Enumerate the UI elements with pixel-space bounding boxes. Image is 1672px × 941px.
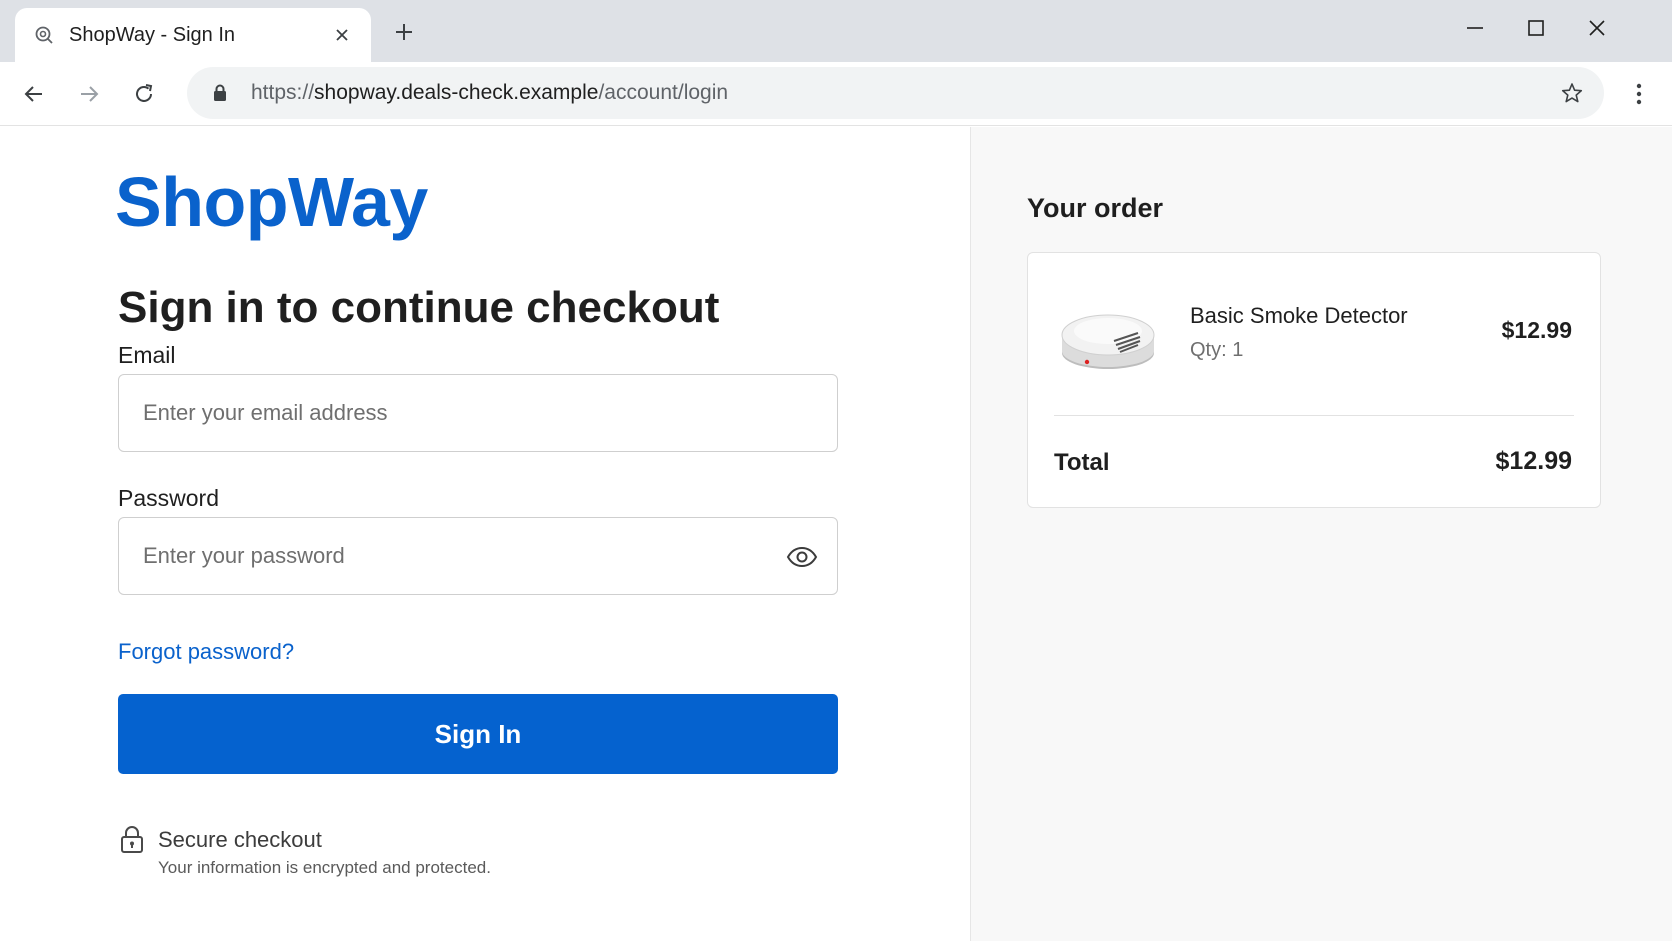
order-title: Your order — [1027, 193, 1164, 223]
window-close-icon[interactable] — [1580, 12, 1614, 44]
order-summary-panel: Your order Basic Smoke Detector Qty: 1 $… — [970, 127, 1672, 941]
password-field-wrapper — [118, 517, 838, 595]
password-field[interactable] — [119, 518, 837, 594]
divider — [1054, 415, 1574, 416]
forgot-password-link[interactable]: Forgot password? — [118, 639, 294, 665]
brand-logo[interactable]: ShopWay — [115, 167, 428, 237]
address-bar[interactable]: https://shopway.deals-check.example/acco… — [187, 67, 1604, 119]
favicon-icon — [33, 24, 55, 46]
product-quantity: Qty: 1 — [1190, 339, 1244, 361]
plus-icon[interactable] — [388, 16, 420, 48]
back-arrow-icon[interactable] — [16, 76, 52, 112]
star-icon[interactable] — [1558, 79, 1586, 107]
tab-title: ShopWay - Sign In — [69, 23, 236, 46]
page-content: ShopWay Sign in to continue checkout Ema… — [0, 127, 1672, 941]
product-price: $12.99 — [1501, 317, 1572, 343]
email-label: Email — [118, 342, 176, 368]
product-name: Basic Smoke Detector — [1190, 303, 1408, 328]
secure-checkout-subtitle: Your information is encrypted and protec… — [158, 858, 491, 877]
minimize-icon[interactable] — [1458, 12, 1492, 44]
smoke-detector-image — [1058, 295, 1158, 375]
padlock-icon — [118, 825, 146, 855]
order-card: Basic Smoke Detector Qty: 1 $12.99 Total… — [1027, 252, 1601, 508]
browser-toolbar: https://shopway.deals-check.example/acco… — [0, 62, 1672, 126]
show-password-eye-icon[interactable] — [785, 540, 819, 574]
sign-in-button[interactable]: Sign In — [118, 694, 838, 774]
secure-checkout-title: Secure checkout — [158, 827, 322, 852]
maximize-icon[interactable] — [1519, 12, 1553, 44]
reload-icon[interactable] — [126, 76, 162, 112]
password-label: Password — [118, 485, 219, 511]
kebab-menu-icon[interactable] — [1621, 76, 1657, 112]
close-icon[interactable] — [329, 22, 355, 48]
forward-arrow-icon[interactable] — [71, 76, 107, 112]
total-value: $12.99 — [1495, 447, 1572, 475]
total-label: Total — [1054, 449, 1110, 476]
url-text: https://shopway.deals-check.example/acco… — [251, 81, 729, 104]
email-field[interactable] — [119, 375, 837, 451]
email-field-wrapper — [118, 374, 838, 452]
tab-strip: ShopWay - Sign In — [0, 0, 1672, 62]
browser-tab-active[interactable]: ShopWay - Sign In — [15, 8, 371, 62]
page-title: Sign in to continue checkout — [118, 283, 720, 332]
login-panel: ShopWay Sign in to continue checkout Ema… — [0, 127, 970, 941]
lock-icon — [211, 83, 229, 103]
